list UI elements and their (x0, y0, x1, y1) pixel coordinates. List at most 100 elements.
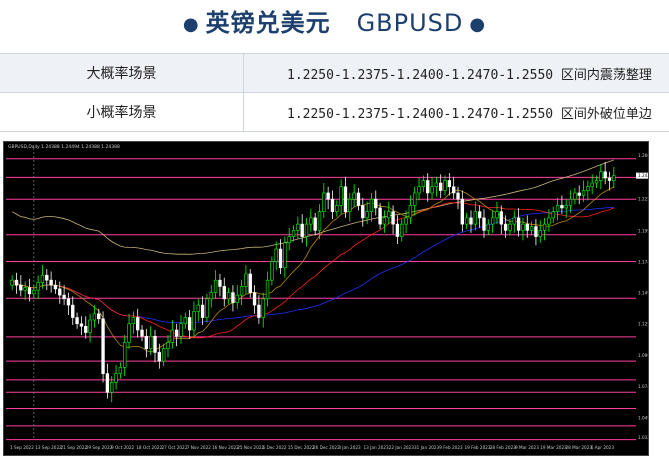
candle-body (478, 212, 481, 218)
y-tick-label: 1.26000 (638, 153, 648, 158)
scenario-label: 大概率场景 (0, 54, 244, 93)
x-tick-label: 6 Apr 2023 (591, 445, 615, 450)
scenario-table: 大概率场景 1.2250-1.2375-1.2400-1.2470-1.2550… (0, 53, 669, 132)
candle-body (141, 330, 144, 336)
candle-body (591, 183, 594, 187)
candle-body (405, 218, 408, 224)
y-tick-label: 1.14960 (638, 291, 648, 296)
page-title: ●英镑兑美元GBPUSD● (0, 0, 669, 52)
candle-body (123, 342, 126, 367)
y-tick-label: 1.04940 (638, 415, 648, 420)
chart-svg[interactable]: GBPUSD,Daily 1.24388 1.24494 1.24388 1.2… (4, 142, 648, 455)
y-tick-label: 1.07470 (638, 384, 648, 389)
x-tick-label: 22 Jan 2023 (389, 445, 414, 450)
candle-body (348, 199, 351, 211)
candle-body (50, 280, 53, 285)
x-tick-label: 25 Nov 2022 (237, 445, 264, 450)
candle-body (115, 374, 118, 383)
candle-body (439, 183, 442, 190)
candle-body (188, 318, 191, 330)
candle-body (556, 205, 559, 211)
candle-body (344, 187, 347, 212)
title-text: 英镑兑美元 (206, 8, 331, 37)
candle-body (370, 199, 373, 211)
candle-body (552, 212, 555, 218)
candle-body (158, 352, 161, 361)
candle-body (210, 293, 213, 299)
symbol-text: GBPUSD (357, 9, 464, 37)
candle-body (28, 288, 31, 294)
candle-body (387, 212, 390, 218)
candle-body (266, 280, 269, 299)
candle-body (461, 199, 464, 224)
candle-body (435, 183, 438, 187)
candle-body (366, 212, 369, 218)
candle-body (539, 230, 542, 236)
candle-body (582, 190, 585, 195)
candle-body (292, 230, 295, 236)
candle-body (249, 274, 252, 293)
candle-body (262, 299, 265, 318)
candle-body (483, 218, 486, 230)
candle-body (288, 237, 291, 243)
candle-body (565, 205, 568, 207)
candle-body (180, 324, 183, 336)
candle-body (409, 205, 412, 217)
candle-body (314, 218, 317, 230)
candle-body (76, 318, 79, 324)
x-tick-label: 28 Mar 2023 (566, 445, 593, 450)
candle-body (71, 305, 74, 317)
candle-body (214, 280, 217, 292)
candle-body (573, 193, 576, 199)
price-chart[interactable]: GBPUSD,Daily 1.24388 1.24494 1.24388 1.2… (3, 141, 649, 456)
candle-body (89, 320, 92, 332)
candle-body (426, 181, 429, 193)
x-tick-label: 16 Nov 2022 (212, 445, 239, 450)
x-tick-label: 26 Dec 2022 (313, 445, 340, 450)
candle-body (331, 199, 334, 211)
candle-body (431, 187, 434, 193)
candle-body (15, 280, 18, 285)
candle-body (283, 243, 286, 268)
x-tick-label: 29 Sep 2022 (86, 445, 113, 450)
candle-body (11, 280, 14, 285)
candle-body (595, 181, 598, 183)
x-tick-label: 28 Feb 2023 (490, 445, 516, 450)
candle-body (413, 193, 416, 205)
candle-body (400, 224, 403, 236)
candle-body (236, 295, 239, 302)
candle-body (548, 218, 551, 224)
candle-body (383, 218, 386, 224)
x-tick-label: 13 Jan 2023 (364, 445, 389, 450)
candle-body (526, 224, 529, 230)
candle-body (232, 293, 235, 303)
candle-body (422, 181, 425, 187)
candle-body (37, 283, 40, 290)
candle-body (63, 295, 66, 299)
x-tick-label: 13 Sep 2022 (35, 445, 62, 450)
candle-body (258, 305, 261, 317)
candle-body (509, 224, 512, 230)
y-tick-label: 1.17470 (638, 259, 648, 264)
x-tick-label: 7 Nov 2022 (187, 445, 211, 450)
candle-body (379, 208, 382, 224)
scenario-row-high: 大概率场景 1.2250-1.2375-1.2400-1.2470-1.2550… (0, 54, 669, 93)
candle-body (500, 212, 503, 224)
candle-body (487, 224, 490, 230)
candle-body (106, 374, 109, 393)
candle-body (171, 330, 174, 342)
candle-body (418, 187, 421, 193)
candle-body (327, 193, 330, 199)
candle-body (154, 336, 157, 352)
candle-body (162, 349, 165, 361)
candle-body (309, 218, 312, 224)
candle-body (318, 212, 321, 231)
candle-body (301, 224, 304, 236)
candle-body (24, 288, 27, 290)
candle-body (45, 275, 48, 280)
y-tick-label: 1.09960 (638, 353, 648, 358)
candle-body (175, 330, 178, 336)
candle-body (474, 212, 477, 224)
candle-body (136, 318, 139, 330)
y-tick-label: 1.12500 (638, 321, 648, 326)
